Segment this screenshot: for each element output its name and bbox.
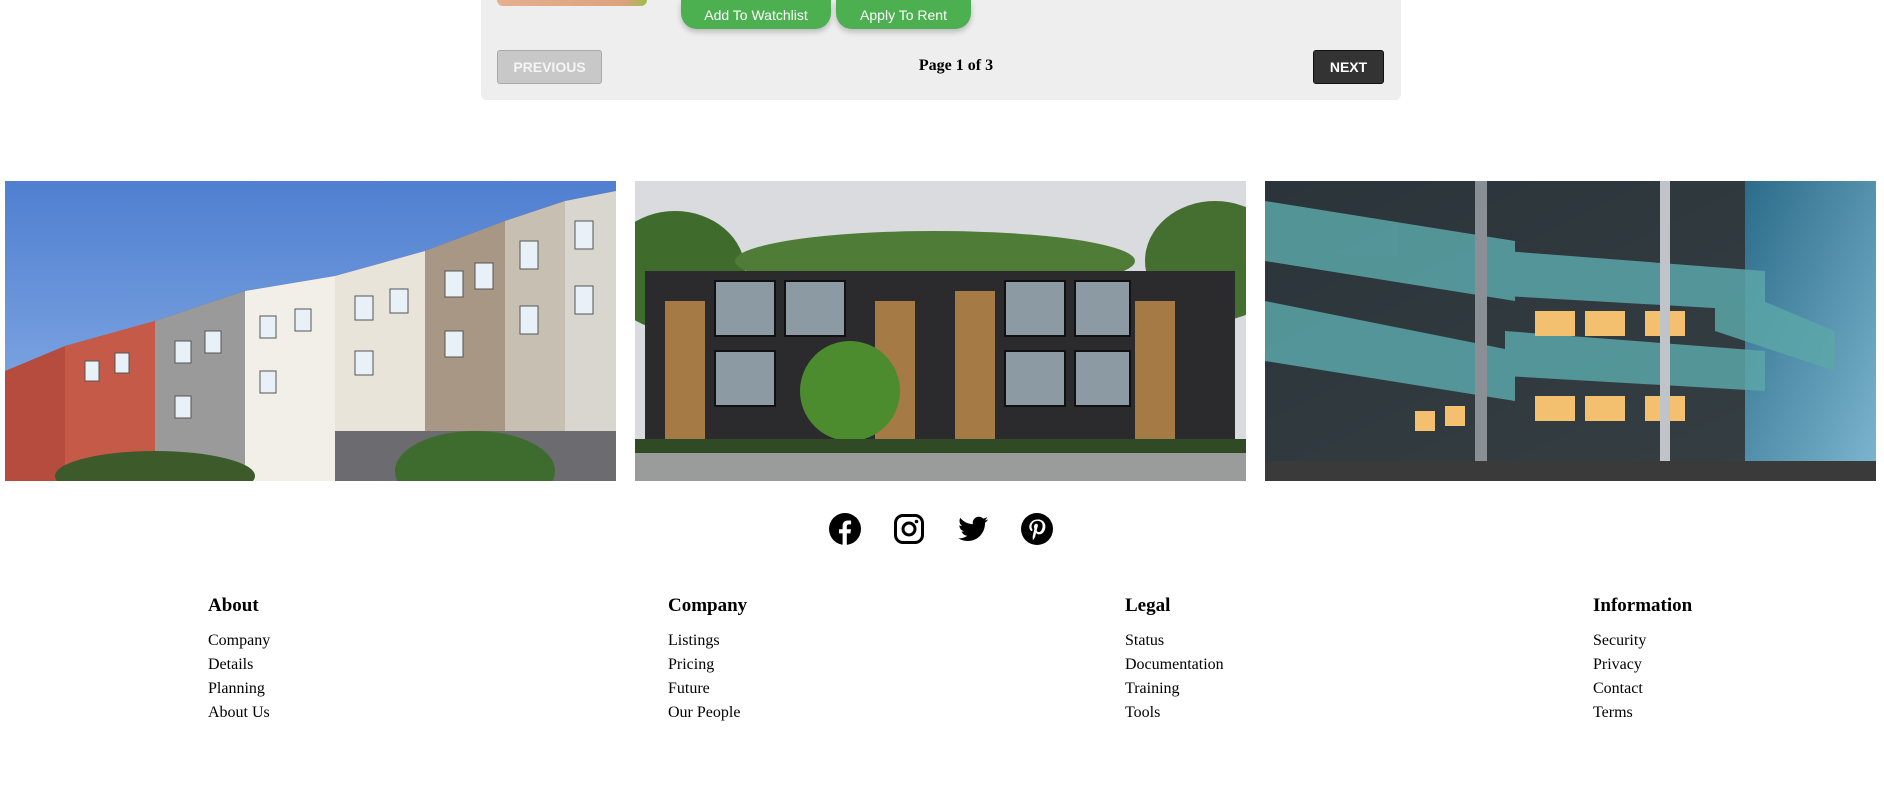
footer-link[interactable]: Our People xyxy=(668,701,747,725)
add-to-watchlist-button[interactable]: Add To Watchlist xyxy=(681,0,831,29)
instagram-icon[interactable] xyxy=(893,513,925,545)
twitter-icon[interactable] xyxy=(957,513,989,545)
townhouse-complex-photo xyxy=(635,181,1246,481)
apartment-building-photo xyxy=(5,181,616,481)
apply-to-rent-button[interactable]: Apply To Rent xyxy=(836,0,971,29)
previous-button[interactable]: PREVIOUS xyxy=(497,50,602,84)
footer-link[interactable]: Future xyxy=(668,677,747,701)
footer-link[interactable]: Planning xyxy=(208,677,270,701)
footer-link[interactable]: Privacy xyxy=(1593,653,1692,677)
footer-heading: Legal xyxy=(1125,595,1171,616)
footer-heading: Information xyxy=(1593,595,1693,616)
footer-heading: About xyxy=(208,595,259,616)
footer-heading: Company xyxy=(668,595,748,616)
footer-link[interactable]: About Us xyxy=(208,701,270,725)
footer-column-information: Information Security Privacy Contact Ter… xyxy=(1593,595,1692,725)
footer-link[interactable]: Details xyxy=(208,653,270,677)
footer-link[interactable]: Status xyxy=(1125,629,1224,653)
facebook-icon[interactable] xyxy=(829,513,861,545)
glass-balcony-building-photo xyxy=(1265,181,1876,481)
next-button[interactable]: NEXT xyxy=(1313,50,1384,84)
footer-link[interactable]: Company xyxy=(208,629,270,653)
footer-link[interactable]: Pricing xyxy=(668,653,747,677)
footer-column-legal: Legal Status Documentation Training Tool… xyxy=(1125,595,1224,725)
footer-link[interactable]: Security xyxy=(1593,629,1692,653)
footer-link[interactable]: Tools xyxy=(1125,701,1224,725)
social-links xyxy=(829,513,1053,545)
footer-link[interactable]: Contact xyxy=(1593,677,1692,701)
page-indicator: Page 1 of 3 xyxy=(918,57,994,74)
footer-link[interactable]: Terms xyxy=(1593,701,1692,725)
footer-column-about: About Company Details Planning About Us xyxy=(208,595,270,725)
footer-link[interactable]: Listings xyxy=(668,629,747,653)
pinterest-icon[interactable] xyxy=(1021,513,1053,545)
listing-thumbnail[interactable] xyxy=(497,0,647,6)
footer-link[interactable]: Training xyxy=(1125,677,1224,701)
footer-column-company: Company Listings Pricing Future Our Peop… xyxy=(668,595,747,725)
footer-link[interactable]: Documentation xyxy=(1125,653,1224,677)
